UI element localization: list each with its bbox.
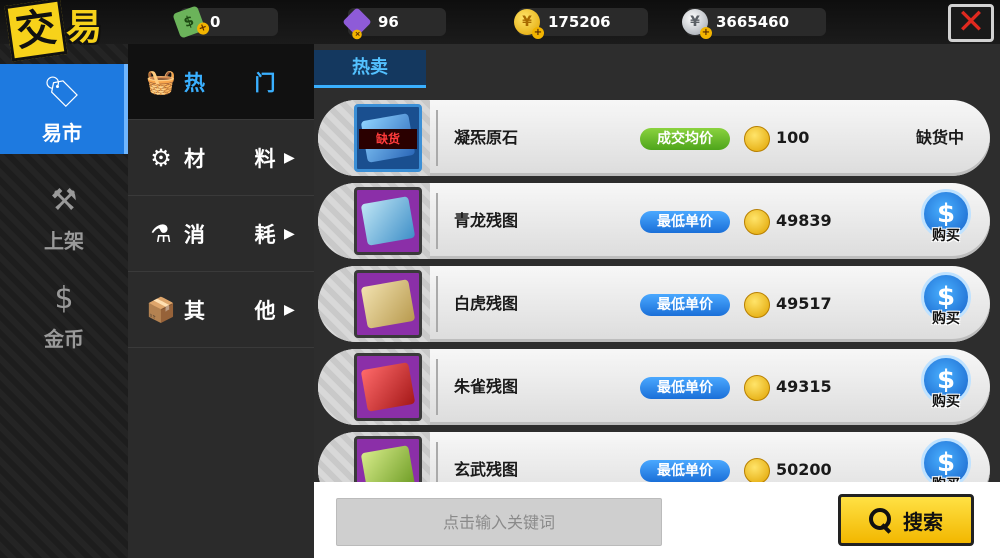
map-fragment-icon <box>360 279 416 329</box>
basket-icon: 🧺 <box>146 67 176 96</box>
item-thumbnail <box>354 270 422 338</box>
category-label-2: 门 <box>254 70 276 95</box>
nav-label: 易市 <box>42 120 82 145</box>
category-label-2: 他 <box>254 298 276 323</box>
price-label-badge: 最低单价 <box>640 460 730 482</box>
tab-bar: 热卖 <box>314 44 1000 88</box>
chevron-right-icon: ▶ <box>284 225 295 242</box>
divider <box>436 193 438 249</box>
search-button-label: 搜索 <box>903 509 943 534</box>
gold-coin-icon <box>744 375 770 401</box>
gold-coin-icon: ¥ <box>514 9 544 39</box>
price-label-badge: 最低单价 <box>640 211 730 233</box>
resource-silver[interactable]: ¥ 3665460 <box>682 8 826 39</box>
category-hot[interactable]: 🧺 热 门 <box>128 44 314 120</box>
gem-icon <box>342 7 372 37</box>
category-consumables[interactable]: ⚗ 消 耗 ▶ <box>128 196 314 272</box>
item-thumbnail <box>354 353 422 421</box>
buy-label: 购买 <box>932 228 960 244</box>
side-nav: 🏷 易市 ⚒ 上架 $ 金币 <box>0 44 128 558</box>
category-label-1: 材 <box>184 146 205 171</box>
resource-silver-value: 3665460 <box>716 13 790 31</box>
list-item[interactable]: 青龙残图 最低单价 49839 $ 购买 <box>318 183 990 259</box>
resource-gold[interactable]: ¥ 175206 <box>514 8 648 39</box>
nav-item-gold[interactable]: $ 金币 <box>0 270 128 360</box>
buy-label: 购买 <box>932 394 960 410</box>
chevron-right-icon: ▶ <box>284 301 295 318</box>
coin-icon: $ <box>54 280 74 316</box>
divider <box>436 359 438 415</box>
item-list: 缺货 凝炁原石 成交均价 100 缺货中 青龙残图 最低单价 49839 $ 购… <box>314 92 1000 528</box>
silver-coin-icon: ¥ <box>682 9 712 39</box>
price-label-badge: 最低单价 <box>640 377 730 399</box>
item-price: 49517 <box>776 294 832 313</box>
divider <box>436 110 438 166</box>
category-label-1: 其 <box>184 298 205 323</box>
title-logo: 交 易 <box>4 0 132 62</box>
list-item[interactable]: 白虎残图 最低单价 49517 $ 购买 <box>318 266 990 342</box>
nav-label: 金币 <box>44 326 84 351</box>
resource-gold-value: 175206 <box>548 13 611 31</box>
search-bar: 搜索 <box>314 482 1000 558</box>
item-thumbnail: 缺货 <box>354 104 422 172</box>
item-status: 缺货中 <box>916 128 965 147</box>
search-button[interactable]: 搜索 <box>838 494 974 546</box>
close-icon: ✕ <box>956 2 986 42</box>
item-price: 49839 <box>776 211 832 230</box>
cash-icon: $ <box>172 5 206 39</box>
gavel-icon: ⚒ <box>50 182 78 218</box>
category-label-2: 耗 <box>254 222 276 247</box>
nav-item-listing[interactable]: ⚒ 上架 <box>0 172 128 262</box>
category-other[interactable]: 📦 其 他 ▶ <box>128 272 314 348</box>
search-icon <box>869 508 893 532</box>
category-label-1: 消 <box>184 222 205 247</box>
box-icon: 📦 <box>146 295 176 324</box>
item-thumbnail <box>354 187 422 255</box>
divider <box>436 276 438 332</box>
price-label-badge: 成交均价 <box>640 128 730 150</box>
gold-coin-icon <box>744 209 770 235</box>
category-label-2: 料 <box>254 146 276 171</box>
buy-button[interactable]: $ 购买 <box>918 355 974 419</box>
top-bar: $ 0 96 ¥ 175206 ¥ 3665460 ✕ <box>0 0 1000 44</box>
item-name: 白虎残图 <box>454 294 519 313</box>
item-name: 青龙残图 <box>454 211 519 230</box>
list-item[interactable]: 朱雀残图 最低单价 49315 $ 购买 <box>318 349 990 425</box>
category-column: 🧺 热 门 ⚙ 材 料 ▶ ⚗ 消 耗 ▶ 📦 其 他 ▶ <box>128 44 314 558</box>
close-button[interactable]: ✕ <box>948 4 994 42</box>
buy-button[interactable]: $ 购买 <box>918 272 974 336</box>
tab-hot-sale[interactable]: 热卖 <box>314 50 426 88</box>
list-item[interactable]: 缺货 凝炁原石 成交均价 100 缺货中 <box>318 100 990 176</box>
out-of-stock-badge: 缺货 <box>359 129 417 149</box>
resource-cash-value: 0 <box>210 13 221 31</box>
buy-button[interactable]: $ 购买 <box>918 189 974 253</box>
gold-coin-icon <box>744 458 770 484</box>
nav-item-market[interactable]: 🏷 易市 <box>0 64 128 154</box>
item-name: 朱雀残图 <box>454 377 519 396</box>
category-label-1: 热 <box>184 70 205 95</box>
gold-coin-icon <box>744 126 770 152</box>
tag-icon: 🏷 <box>42 74 82 110</box>
buy-label: 购买 <box>932 311 960 327</box>
potion-icon: ⚗ <box>150 219 172 248</box>
item-price: 49315 <box>776 377 832 396</box>
map-fragment-icon <box>360 362 416 412</box>
resource-cash[interactable]: $ 0 <box>172 5 278 39</box>
item-price: 100 <box>776 128 810 147</box>
title-char-rest: 易 <box>66 7 103 48</box>
nav-label: 上架 <box>44 228 84 253</box>
resource-gem-value: 96 <box>378 13 399 31</box>
price-label-badge: 最低单价 <box>640 294 730 316</box>
map-fragment-icon <box>360 196 416 246</box>
resource-gem[interactable]: 96 <box>342 7 446 37</box>
item-name: 凝炁原石 <box>454 128 519 147</box>
gold-coin-icon <box>744 292 770 318</box>
category-materials[interactable]: ⚙ 材 料 ▶ <box>128 120 314 196</box>
title-char-tag: 交 <box>4 0 68 62</box>
chevron-right-icon: ▶ <box>284 149 295 166</box>
search-input[interactable] <box>336 498 662 546</box>
main-panel: 热卖 缺货 凝炁原石 成交均价 100 缺货中 青龙残图 最低单价 49839 … <box>314 44 1000 558</box>
gear-icon: ⚙ <box>150 143 172 172</box>
